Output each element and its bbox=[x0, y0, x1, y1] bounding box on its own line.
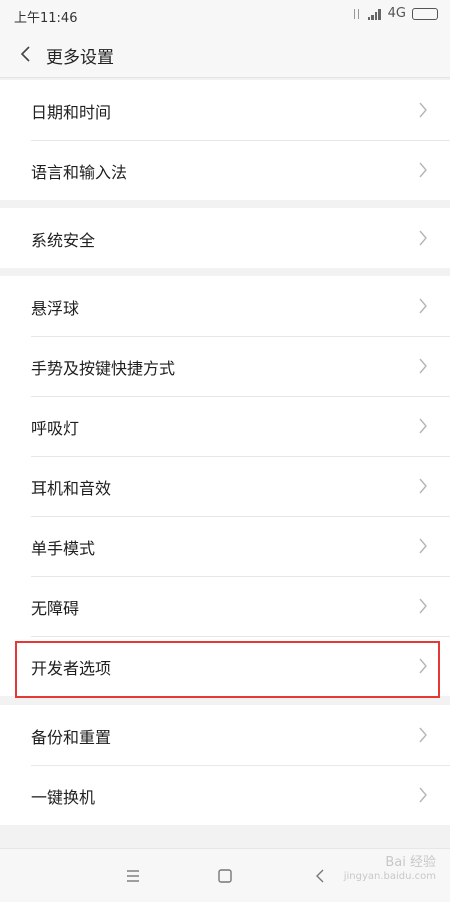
settings-group: 悬浮球 手势及按键快捷方式 呼吸灯 耳机和音效 单手模式 无障碍 开发者选项 bbox=[0, 276, 450, 696]
list-item-language-input[interactable]: 语言和输入法 bbox=[0, 140, 450, 200]
chevron-right-icon bbox=[419, 787, 427, 803]
list-item-gestures-shortcuts[interactable]: 手势及按键快捷方式 bbox=[0, 336, 450, 396]
list-item-notification-light[interactable]: 呼吸灯 bbox=[0, 396, 450, 456]
data-transfer-icon bbox=[352, 7, 362, 21]
list-item-date-time[interactable]: 日期和时间 bbox=[0, 80, 450, 140]
list-item-backup-reset[interactable]: 备份和重置 bbox=[0, 705, 450, 765]
chevron-right-icon bbox=[419, 538, 427, 554]
list-item-label: 手势及按键快捷方式 bbox=[31, 359, 176, 378]
home-icon bbox=[218, 869, 232, 883]
chevron-right-icon bbox=[419, 162, 427, 178]
navigation-bar: Bai 经验 jingyan.baidu.com bbox=[0, 848, 450, 902]
list-item-label: 日期和时间 bbox=[31, 103, 112, 122]
watermark-text: Bai 经验 bbox=[385, 855, 436, 870]
status-bar: 上午11:46 4G bbox=[0, 0, 450, 30]
signal-icon bbox=[367, 8, 382, 20]
settings-group: 日期和时间 语言和输入法 bbox=[0, 80, 450, 200]
chevron-right-icon bbox=[419, 298, 427, 314]
chevron-right-icon bbox=[419, 418, 427, 434]
settings-group: 系统安全 bbox=[0, 208, 450, 268]
list-item-label: 单手模式 bbox=[31, 539, 96, 558]
home-button[interactable] bbox=[211, 863, 239, 889]
list-item-label: 语言和输入法 bbox=[31, 163, 128, 182]
back-button[interactable] bbox=[10, 38, 42, 70]
list-item-label: 悬浮球 bbox=[31, 299, 80, 318]
list-item-label: 开发者选项 bbox=[31, 659, 112, 678]
list-item-headphones-audio[interactable]: 耳机和音效 bbox=[0, 456, 450, 516]
chevron-right-icon bbox=[419, 658, 427, 674]
header: 更多设置 bbox=[0, 30, 450, 78]
list-item-system-security[interactable]: 系统安全 bbox=[0, 208, 450, 268]
list-item-one-handed-mode[interactable]: 单手模式 bbox=[0, 516, 450, 576]
status-icons: 4G bbox=[352, 6, 438, 21]
chevron-right-icon bbox=[419, 598, 427, 614]
list-item-label: 备份和重置 bbox=[31, 728, 112, 747]
list-item-floating-ball[interactable]: 悬浮球 bbox=[0, 276, 450, 336]
watermark-url: jingyan.baidu.com bbox=[343, 871, 436, 883]
status-time: 上午11:46 bbox=[14, 11, 78, 26]
chevron-right-icon bbox=[419, 358, 427, 374]
network-type: 4G bbox=[387, 6, 406, 21]
watermark: Bai 经验 jingyan.baidu.com bbox=[344, 855, 436, 884]
list-item-label: 呼吸灯 bbox=[31, 419, 80, 438]
list-item-label: 一键换机 bbox=[31, 788, 96, 807]
back-icon bbox=[316, 869, 324, 883]
list-item-phone-transfer[interactable]: 一键换机 bbox=[0, 765, 450, 825]
list-item-accessibility[interactable]: 无障碍 bbox=[0, 576, 450, 636]
settings-group: 备份和重置 一键换机 bbox=[0, 705, 450, 825]
chevron-left-icon bbox=[20, 46, 30, 62]
back-nav-button[interactable] bbox=[306, 863, 334, 889]
chevron-right-icon bbox=[419, 727, 427, 743]
menu-icon bbox=[127, 870, 139, 882]
list-item-developer-options[interactable]: 开发者选项 bbox=[0, 636, 450, 696]
chevron-right-icon bbox=[419, 230, 427, 246]
battery-icon bbox=[412, 7, 438, 20]
list-item-label: 系统安全 bbox=[31, 231, 96, 250]
chevron-right-icon bbox=[419, 478, 427, 494]
list-item-label: 耳机和音效 bbox=[31, 479, 112, 498]
list-item-label: 无障碍 bbox=[31, 599, 80, 618]
chevron-right-icon bbox=[419, 102, 427, 118]
page-title: 更多设置 bbox=[46, 48, 114, 68]
menu-button[interactable] bbox=[119, 863, 147, 889]
